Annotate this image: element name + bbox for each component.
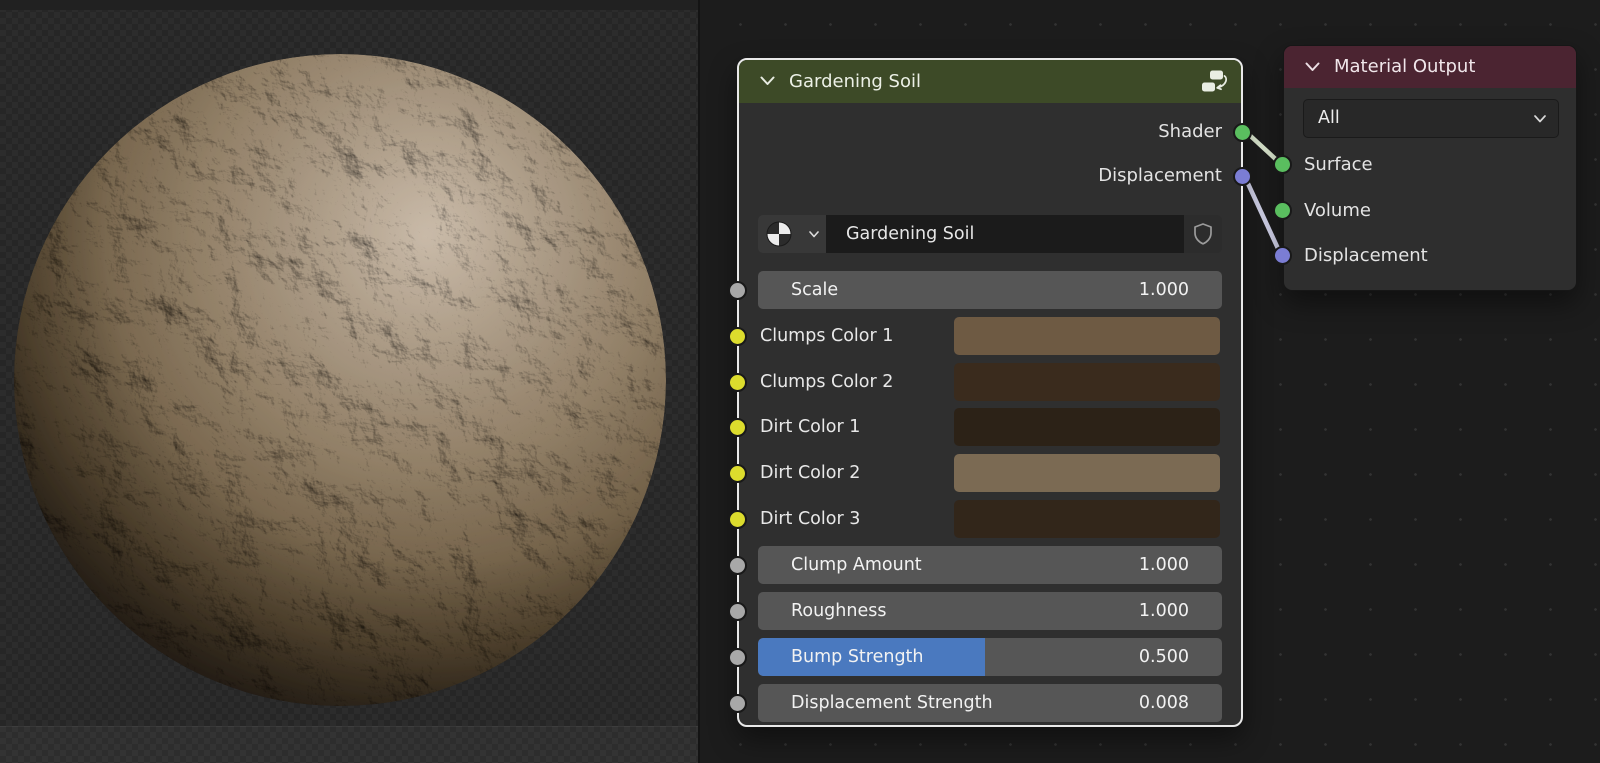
material-name-field[interactable]: Gardening Soil xyxy=(826,215,1184,253)
slider-value: 1.000 xyxy=(1139,592,1189,630)
material-preview-panel xyxy=(0,0,698,763)
output-label-shader: Shader xyxy=(1158,122,1222,142)
input-row-dirt-color-2: Dirt Color 2 xyxy=(758,454,1222,492)
input-label-surface: Surface xyxy=(1304,155,1373,175)
input-label: Clumps Color 2 xyxy=(760,363,893,401)
socket-output-displacement[interactable] xyxy=(1233,167,1252,186)
socket-output-shader[interactable] xyxy=(1233,123,1252,142)
node-title: Gardening Soil xyxy=(789,60,921,103)
slider-clump-amount[interactable]: Clump Amount 1.000 xyxy=(758,546,1222,584)
material-selector: Gardening Soil xyxy=(758,215,1222,253)
input-label: Dirt Color 3 xyxy=(760,500,860,538)
socket-clumps-color-2[interactable] xyxy=(728,373,747,392)
node-group-icon xyxy=(1200,69,1228,94)
collapse-chevron-icon[interactable] xyxy=(760,76,775,86)
socket-surface[interactable] xyxy=(1273,155,1292,174)
color-swatch[interactable] xyxy=(954,363,1220,401)
target-dropdown[interactable]: All xyxy=(1303,99,1559,138)
slider-displacement-strength[interactable]: Displacement Strength 0.008 xyxy=(758,684,1222,722)
material-preview-sphere xyxy=(0,0,698,763)
input-label: Dirt Color 1 xyxy=(760,408,860,446)
collapse-chevron-icon[interactable] xyxy=(1305,62,1320,72)
socket-displacement[interactable] xyxy=(1273,246,1292,265)
input-label: Clumps Color 1 xyxy=(760,317,893,355)
input-row-clumps-color-1: Clumps Color 1 xyxy=(758,317,1222,355)
node-title: Material Output xyxy=(1334,46,1475,88)
slider-value: 1.000 xyxy=(1139,271,1189,309)
socket-clumps-color-1[interactable] xyxy=(728,327,747,346)
output-label-displacement: Displacement xyxy=(1098,166,1222,186)
input-label: Dirt Color 2 xyxy=(760,454,860,492)
slider-roughness[interactable]: Roughness 1.000 xyxy=(758,592,1222,630)
node-header[interactable]: Gardening Soil xyxy=(739,60,1241,103)
slider-value: 1.000 xyxy=(1139,546,1189,584)
preview-top-edge xyxy=(0,0,698,10)
fake-user-button[interactable] xyxy=(1184,215,1222,253)
node-gardening-soil[interactable]: Gardening Soil Shader Displacement xyxy=(737,58,1243,727)
input-row-dirt-color-3: Dirt Color 3 xyxy=(758,500,1222,538)
chevron-down-icon xyxy=(809,231,819,238)
socket-dirt-color-3[interactable] xyxy=(728,510,747,529)
socket-displacement-strength[interactable] xyxy=(728,694,747,713)
color-swatch[interactable] xyxy=(954,408,1220,446)
socket-roughness[interactable] xyxy=(728,602,747,621)
slider-bump-strength[interactable]: Bump Strength 0.500 xyxy=(758,638,1222,676)
slider-value: 0.008 xyxy=(1139,684,1189,722)
input-row-clumps-color-2: Clumps Color 2 xyxy=(758,363,1222,401)
slider-label: Clump Amount xyxy=(791,546,922,584)
color-swatch[interactable] xyxy=(954,500,1220,538)
socket-scale[interactable] xyxy=(728,281,747,300)
input-row-dirt-color-1: Dirt Color 1 xyxy=(758,408,1222,446)
node-header[interactable]: Material Output xyxy=(1284,46,1576,88)
slider-label: Roughness xyxy=(791,592,886,630)
chevron-down-icon xyxy=(1534,115,1546,123)
slider-value: 0.500 xyxy=(1139,638,1189,676)
preview-floor-band xyxy=(0,726,698,763)
socket-dirt-color-1[interactable] xyxy=(728,418,747,437)
color-swatch[interactable] xyxy=(954,454,1220,492)
material-sphere-icon xyxy=(766,221,792,247)
slider-label: Bump Strength xyxy=(791,638,924,676)
slider-label: Displacement Strength xyxy=(791,684,993,722)
socket-dirt-color-2[interactable] xyxy=(728,464,747,483)
socket-bump-strength[interactable] xyxy=(728,648,747,667)
socket-volume[interactable] xyxy=(1273,201,1292,220)
shader-node-editor[interactable]: Gardening Soil Shader Displacement xyxy=(700,0,1600,763)
material-browse-button[interactable] xyxy=(758,215,826,253)
target-dropdown-value: All xyxy=(1318,100,1340,137)
color-swatch[interactable] xyxy=(954,317,1220,355)
input-label-displacement: Displacement xyxy=(1304,246,1428,266)
blender-shader-workspace: Gardening Soil Shader Displacement xyxy=(0,0,1600,763)
slider-label: Scale xyxy=(791,271,838,309)
socket-clump-amount[interactable] xyxy=(728,556,747,575)
shield-icon xyxy=(1193,223,1213,245)
input-label-volume: Volume xyxy=(1304,201,1371,221)
slider-scale[interactable]: Scale 1.000 xyxy=(758,271,1222,309)
node-material-output[interactable]: Material Output All Surface Volume Displ… xyxy=(1283,45,1577,291)
